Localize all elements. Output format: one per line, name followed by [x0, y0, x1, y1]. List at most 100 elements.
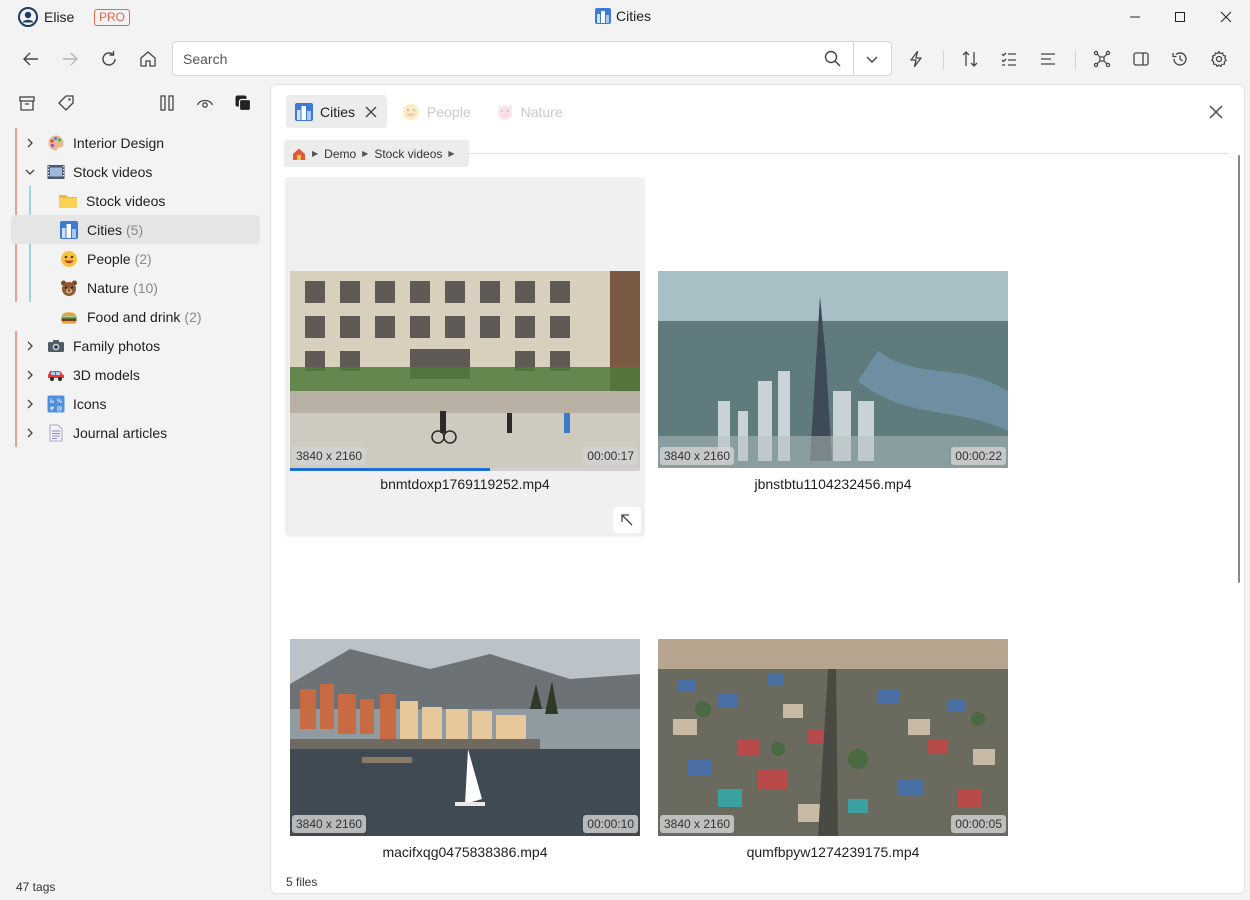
tree-item-family-photos[interactable]: Family photos: [11, 331, 260, 360]
quick-actions-button[interactable]: [904, 47, 928, 71]
pig-face-icon: [496, 103, 514, 121]
close-window-button[interactable]: [1203, 0, 1249, 34]
sort-button[interactable]: [958, 47, 982, 71]
file-grid: 3840 x 2160 00:00:17 bnmtdoxp1769119252.…: [271, 177, 1231, 877]
tab-label: Nature: [520, 103, 563, 120]
file-name: jbnstbtu1104232456.mp4: [754, 476, 912, 492]
town-rooftops-image: [658, 639, 1008, 836]
forward-button[interactable]: [58, 47, 82, 71]
breadcrumb-item[interactable]: Demo: [324, 147, 356, 161]
scrollbar[interactable]: [1238, 155, 1240, 583]
tree-item-nature[interactable]: Nature (10): [11, 273, 260, 302]
visibility-button[interactable]: [194, 92, 216, 114]
chevron-right-icon[interactable]: [23, 397, 37, 411]
align-button[interactable]: [1036, 47, 1060, 71]
tree-item-interior-design[interactable]: Interior Design: [11, 128, 260, 157]
chevron-right-icon[interactable]: [23, 368, 37, 382]
chevron-down-icon[interactable]: [23, 165, 37, 179]
tree-item-journal-articles[interactable]: Journal articles: [11, 418, 260, 447]
home-button[interactable]: [136, 47, 160, 71]
chevron-right-icon[interactable]: [23, 339, 37, 353]
window-title: Cities: [595, 8, 651, 24]
back-button[interactable]: [19, 47, 43, 71]
close-icon[interactable]: [365, 106, 377, 118]
maximize-button[interactable]: [1157, 0, 1203, 34]
home-icon[interactable]: [292, 147, 306, 161]
file-name: macifxqg0475838386.mp4: [382, 844, 548, 860]
chevron-right-icon[interactable]: [23, 426, 37, 440]
video-thumbnail[interactable]: 3840 x 2160 00:00:22: [658, 271, 1008, 468]
settings-button[interactable]: [1207, 47, 1231, 71]
search-dropdown-button[interactable]: [865, 52, 879, 66]
breadcrumb-item[interactable]: Stock videos: [374, 147, 442, 161]
title-bar: Elise PRO Cities: [0, 0, 1250, 34]
tab-label: Cities: [320, 103, 356, 120]
toolbar: [0, 38, 1250, 80]
svg-text:@: @: [57, 405, 63, 412]
video-thumbnail[interactable]: 3840 x 2160 00:00:05: [658, 639, 1008, 836]
video-progress-bar[interactable]: [290, 468, 640, 471]
columns-icon: [160, 95, 174, 111]
resolution-badge: 3840 x 2160: [292, 815, 367, 833]
user-account[interactable]: Elise: [18, 7, 74, 27]
toggle-panel-button[interactable]: [1129, 47, 1153, 71]
pro-badge[interactable]: PRO: [94, 9, 131, 26]
breadcrumb: ▶ Demo ▶ Stock videos ▶: [284, 140, 469, 167]
tree-item-label: Journal articles: [73, 424, 168, 441]
main-panel: Cities People Nature ▶ Demo ▶ Stock vide…: [270, 84, 1245, 894]
close-panel-button[interactable]: [1207, 103, 1225, 121]
chevron-right-icon[interactable]: [23, 136, 37, 150]
tree-item-3d-models[interactable]: 3D models: [11, 360, 260, 389]
tree-item-stock-videos-folder[interactable]: Stock videos: [11, 186, 260, 215]
graph-view-button[interactable]: [1090, 47, 1114, 71]
file-card[interactable]: 3840 x 2160 00:00:05 qumfbpyw1274239175.…: [653, 545, 1013, 900]
file-card[interactable]: 3840 x 2160 00:00:22 jbnstbtu1104232456.…: [653, 177, 1013, 537]
tree-item-label: People (2): [87, 250, 152, 267]
tree-item-label: Stock videos: [73, 163, 153, 180]
tags-button[interactable]: [55, 92, 77, 114]
breadcrumb-separator: ▶: [448, 149, 455, 158]
file-card[interactable]: 3840 x 2160 00:00:10 macifxqg0475838386.…: [285, 545, 645, 900]
file-card[interactable]: 3840 x 2160 00:00:17 bnmtdoxp1769119252.…: [285, 177, 645, 537]
search-icon[interactable]: [824, 50, 841, 67]
bear-face-icon: [59, 278, 79, 298]
video-progress-fill: [290, 468, 490, 471]
tab-people[interactable]: People: [393, 95, 481, 128]
close-icon: [1209, 105, 1223, 119]
archive-button[interactable]: [16, 92, 38, 114]
lakeside-village-image: [290, 639, 640, 836]
refresh-button[interactable]: [97, 47, 121, 71]
history-icon: [1172, 52, 1187, 66]
duration-badge: 00:00:05: [951, 815, 1006, 833]
tree-item-stock-videos[interactable]: Stock videos: [11, 157, 260, 186]
tree-item-label: Interior Design: [73, 134, 165, 151]
tree-item-people[interactable]: People (2): [11, 244, 260, 273]
tree-item-cities[interactable]: Cities (5): [11, 215, 260, 244]
breadcrumb-separator: ▶: [312, 149, 319, 158]
tag-icon: [58, 95, 74, 111]
document-icon: [46, 423, 66, 443]
cityscape-icon: [595, 8, 611, 24]
resolution-badge: 3840 x 2160: [660, 447, 735, 465]
search-input[interactable]: [183, 49, 813, 69]
tree-item-icons[interactable]: &% # @ Icons: [11, 389, 260, 418]
view-list-button[interactable]: [997, 47, 1021, 71]
duration-badge: 00:00:10: [583, 815, 638, 833]
video-thumbnail[interactable]: 3840 x 2160 00:00:17: [290, 271, 640, 468]
minimize-button[interactable]: [1112, 0, 1158, 34]
video-thumbnail[interactable]: 3840 x 2160 00:00:10: [290, 639, 640, 836]
columns-button[interactable]: [156, 92, 178, 114]
tab-cities[interactable]: Cities: [286, 95, 388, 128]
cityscape-icon: [59, 220, 79, 240]
tree-item-food-and-drink[interactable]: Food and drink (2): [11, 302, 260, 331]
svg-text:#: #: [50, 405, 55, 412]
tab-nature[interactable]: Nature: [487, 95, 573, 128]
duration-badge: 00:00:17: [583, 447, 638, 465]
history-button[interactable]: [1168, 47, 1192, 71]
duplicate-button[interactable]: [232, 92, 254, 114]
open-file-button[interactable]: [613, 507, 641, 533]
search-box: [172, 41, 892, 76]
tree-item-label: Nature (10): [87, 279, 158, 296]
svg-text:&: &: [50, 398, 55, 405]
stack-icon: [235, 95, 252, 112]
